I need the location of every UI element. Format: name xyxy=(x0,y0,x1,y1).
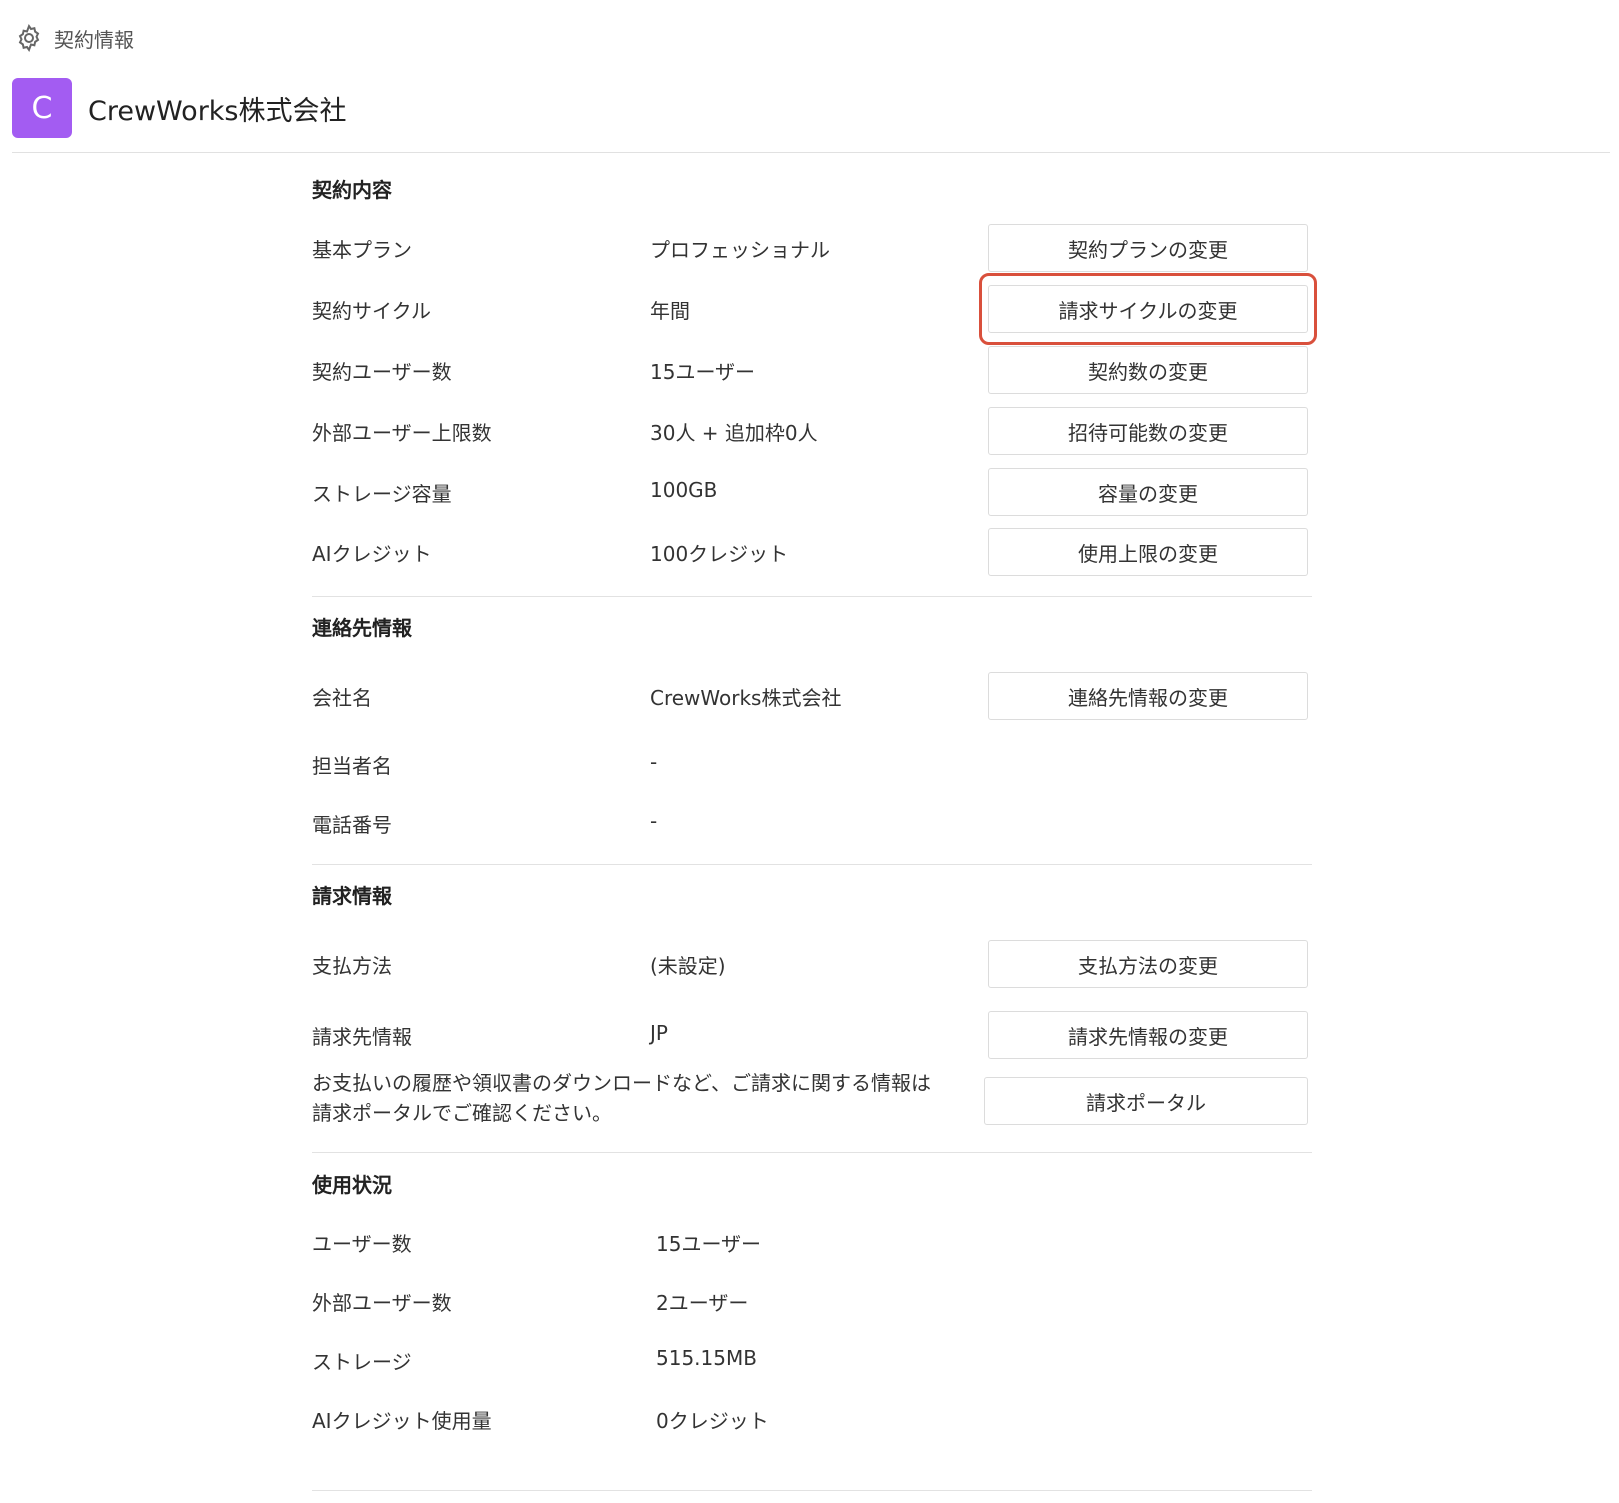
row-label-billing-address: 請求先情報 xyxy=(312,1025,412,1049)
row-label-usage-external: 外部ユーザー数 xyxy=(312,1291,452,1315)
header-divider xyxy=(12,152,1610,153)
billing-portal-note-line2: 請求ポータルでご確認ください。 xyxy=(312,1101,612,1125)
row-value-usage-ai: 0クレジット xyxy=(656,1409,769,1433)
gear-icon xyxy=(18,23,40,53)
change-user-count-button[interactable]: 契約数の変更 xyxy=(988,346,1308,394)
change-billing-cycle-button[interactable]: 請求サイクルの変更 xyxy=(988,285,1308,333)
section-title-contact: 連絡先情報 xyxy=(312,616,412,640)
row-value-phone: - xyxy=(650,809,658,833)
row-value-storage: 100GB xyxy=(650,478,718,502)
change-contact-button[interactable]: 連絡先情報の変更 xyxy=(988,672,1308,720)
row-label-company: 会社名 xyxy=(312,686,372,710)
section-divider xyxy=(312,1152,1312,1153)
row-value-usage-storage: 515.15MB xyxy=(656,1346,757,1370)
row-label-payment-method: 支払方法 xyxy=(312,954,392,978)
change-plan-button[interactable]: 契約プランの変更 xyxy=(988,224,1308,272)
section-title-contract: 契約内容 xyxy=(312,178,392,202)
row-value-usage-users: 15ユーザー xyxy=(656,1232,762,1256)
section-divider xyxy=(312,1490,1312,1491)
row-label-usage-users: ユーザー数 xyxy=(312,1232,412,1256)
avatar: C xyxy=(12,78,72,138)
row-value-company: CrewWorks株式会社 xyxy=(650,686,842,710)
row-label-usage-storage: ストレージ xyxy=(312,1350,412,1374)
row-label-cycle: 契約サイクル xyxy=(312,299,431,323)
row-value-ai-credit: 100クレジット xyxy=(650,542,789,566)
row-value-cycle: 年間 xyxy=(650,299,690,323)
change-storage-button[interactable]: 容量の変更 xyxy=(988,468,1308,516)
section-divider xyxy=(312,596,1312,597)
change-billing-address-button[interactable]: 請求先情報の変更 xyxy=(988,1011,1308,1059)
billing-portal-note-line1: お支払いの履歴や領収書のダウンロードなど、ご請求に関する情報は xyxy=(312,1071,931,1095)
row-label-storage: ストレージ容量 xyxy=(312,482,452,506)
row-value-payment-method: (未設定) xyxy=(650,954,726,978)
page-title: 契約情報 xyxy=(54,27,134,52)
row-label-usage-ai: AIクレジット使用量 xyxy=(312,1409,492,1433)
row-value-users: 15ユーザー xyxy=(650,360,756,384)
row-value-plan: プロフェッショナル xyxy=(650,238,830,262)
billing-portal-button[interactable]: 請求ポータル xyxy=(984,1077,1308,1125)
row-value-contact-person: - xyxy=(650,750,658,774)
row-label-users: 契約ユーザー数 xyxy=(312,360,452,384)
row-value-billing-address: JP xyxy=(650,1021,668,1045)
change-invite-limit-button[interactable]: 招待可能数の変更 xyxy=(988,407,1308,455)
row-value-usage-external: 2ユーザー xyxy=(656,1291,749,1315)
section-divider xyxy=(312,864,1312,865)
billing-portal-note: お支払いの履歴や領収書のダウンロードなど、ご請求に関する情報は 請求ポータルでご… xyxy=(312,1068,972,1128)
row-value-external-users: 30人 + 追加枠0人 xyxy=(650,421,818,445)
row-label-plan: 基本プラン xyxy=(312,238,412,262)
row-label-external-users: 外部ユーザー上限数 xyxy=(312,421,492,445)
company-header: C CrewWorks株式会社 xyxy=(12,78,347,138)
change-payment-method-button[interactable]: 支払方法の変更 xyxy=(988,940,1308,988)
company-name: CrewWorks株式会社 xyxy=(88,95,347,127)
page-header: 契約情報 xyxy=(14,22,134,54)
contract-info-page: 契約情報 C CrewWorks株式会社 契約内容 基本プラン プロフェッショナ… xyxy=(0,0,1619,1503)
row-label-ai-credit: AIクレジット xyxy=(312,542,432,566)
row-label-contact-person: 担当者名 xyxy=(312,754,392,778)
section-title-usage: 使用状況 xyxy=(312,1173,392,1197)
change-usage-limit-button[interactable]: 使用上限の変更 xyxy=(988,528,1308,576)
row-label-phone: 電話番号 xyxy=(312,813,392,837)
section-title-billing: 請求情報 xyxy=(312,884,392,908)
